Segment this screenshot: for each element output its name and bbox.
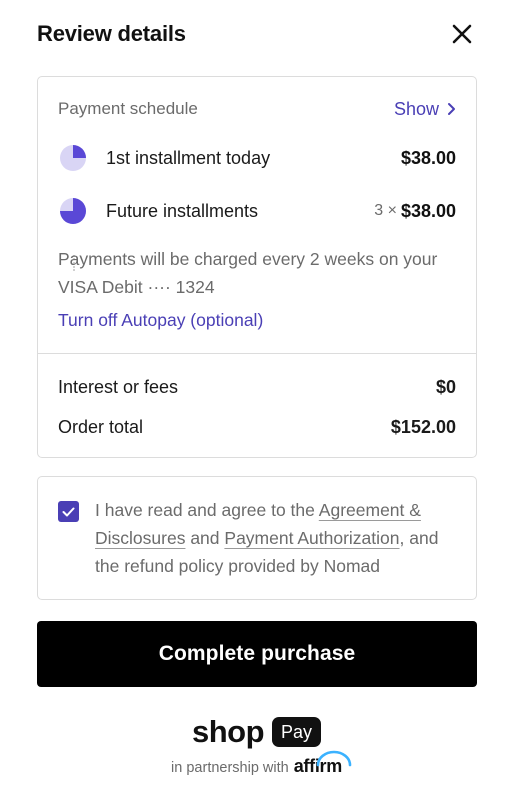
- affirm-arc-icon: [316, 750, 352, 767]
- agreement-card: I have read and agree to the Agreement &…: [37, 476, 477, 600]
- close-button[interactable]: [448, 20, 476, 48]
- summary-label: Interest or fees: [58, 376, 179, 397]
- agreement-checkbox[interactable]: [58, 501, 79, 522]
- close-icon: [452, 24, 472, 44]
- turn-off-autopay-link[interactable]: Turn off Autopay (optional): [58, 310, 263, 331]
- pie-three-quarter-icon: [60, 198, 86, 224]
- summary-row-fees: Interest or fees $0: [58, 374, 456, 400]
- payment-schedule-label: Payment schedule: [58, 99, 198, 118]
- agreement-text-part: and: [185, 528, 225, 548]
- installment-multiplier: 3 ×: [374, 202, 397, 219]
- summary-value: $0: [435, 376, 456, 397]
- payment-authorization-link[interactable]: Payment Authorization: [224, 528, 399, 548]
- installment-label: 1st installment today: [106, 147, 271, 168]
- affirm-partnership: in partnership with affirm: [0, 750, 513, 777]
- complete-purchase-button[interactable]: Complete purchase: [37, 621, 477, 687]
- agreement-text: I have read and agree to the Agreement &…: [95, 496, 460, 580]
- pie-quarter-icon: [60, 145, 86, 171]
- installment-row-future: Future installments 3 × $38.00: [58, 196, 456, 226]
- affirm-logo: affirm: [294, 750, 352, 777]
- agreement-text-part: I have read and agree to the: [95, 500, 319, 520]
- chevron-right-icon: [448, 103, 455, 115]
- checkmark-icon: [62, 507, 75, 516]
- dialog-title: Review details: [37, 21, 186, 46]
- dialog-header: Review details: [37, 16, 476, 52]
- installment-label: Future installments: [106, 200, 259, 221]
- installment-amount: $38.00: [400, 147, 456, 168]
- installment-amount: $38.00: [400, 200, 456, 221]
- summary-value: $152.00: [390, 416, 456, 437]
- show-schedule-link[interactable]: Show: [394, 99, 456, 120]
- partnership-text: in partnership with: [171, 760, 289, 776]
- summary-row-total: Order total $152.00: [58, 414, 456, 440]
- payment-summary-card: Payment schedule Show 1st installment to…: [37, 76, 477, 458]
- installment-row-today: 1st installment today $38.00: [58, 143, 456, 173]
- payment-schedule-header: Payment schedule Show: [58, 97, 456, 121]
- summary-label: Order total: [58, 416, 144, 437]
- shop-pay-wordmark: shop: [191, 714, 265, 749]
- shop-pay-logo: shop Pay: [0, 714, 513, 750]
- show-schedule-label: Show: [393, 98, 439, 119]
- shop-pay-badge: Pay: [272, 717, 322, 747]
- summary-divider: [38, 353, 476, 354]
- autopay-note: Payments will be charged every 2 weeks o…: [58, 249, 438, 297]
